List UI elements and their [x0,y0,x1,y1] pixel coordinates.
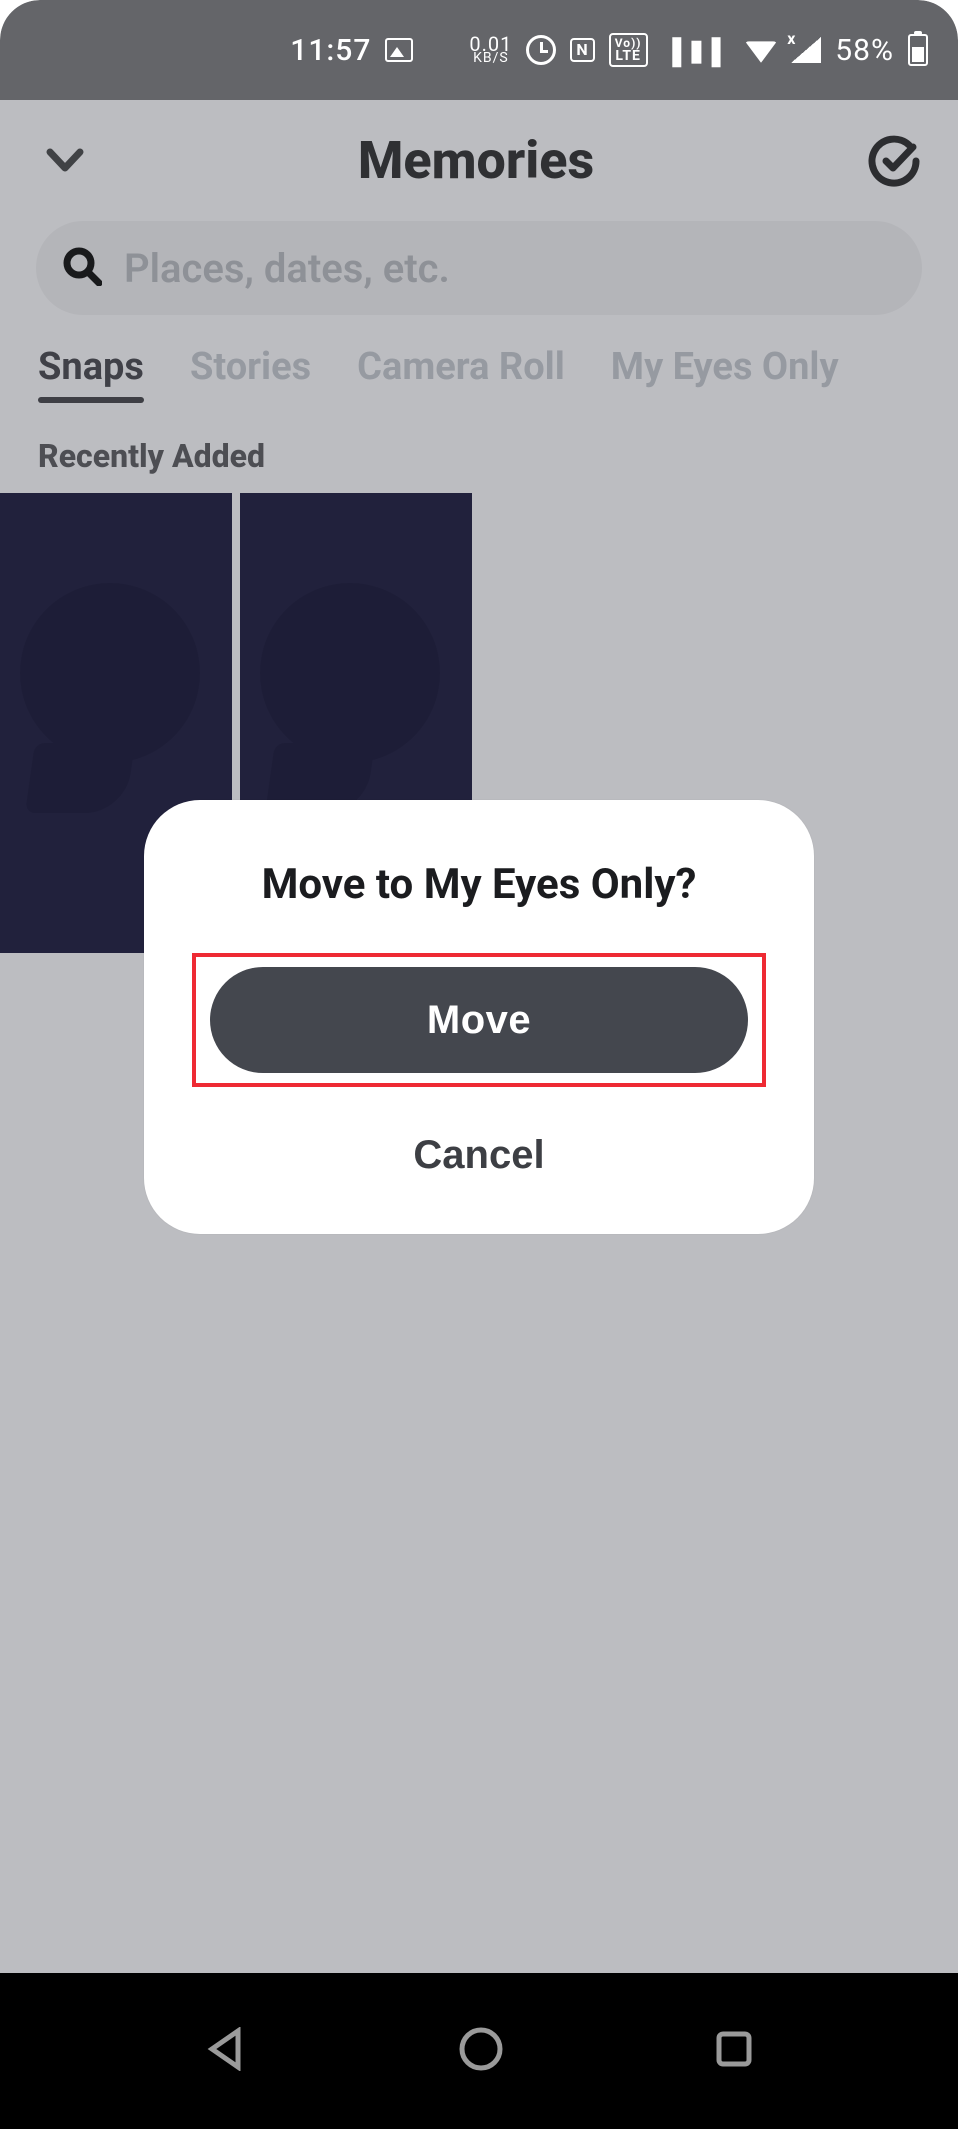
nav-back-icon[interactable] [204,2027,248,2075]
nfc-icon: N [570,38,594,62]
cell-signal-icon: x [791,37,821,63]
image-icon [385,38,413,62]
statusbar-time: 11:57 [290,33,371,68]
data-rate-indicator: 0.01 KB/S [469,36,512,65]
battery-percent: 58% [835,33,894,68]
status-bar: 11:57 0.01 KB/S N Vo)) LTE ❚▮❚ x 58% [0,0,958,100]
system-nav-bar [0,1973,958,2129]
nav-home-icon[interactable] [457,2025,505,2077]
data-rate-unit: KB/S [473,53,509,65]
alarm-icon [526,35,556,65]
annotation-highlight: Move [192,953,766,1087]
volte-icon: Vo)) LTE [609,33,648,67]
move-to-my-eyes-only-dialog: Move to My Eyes Only? Move Cancel [144,800,814,1234]
battery-icon [908,34,928,66]
phone-frame: 11:57 0.01 KB/S N Vo)) LTE ❚▮❚ x 58% Mem… [0,0,958,2129]
dialog-title: Move to My Eyes Only? [184,860,774,909]
wifi-icon [745,41,777,63]
vibrate-icon: ❚▮❚ [665,33,728,68]
nav-recent-icon[interactable] [714,2029,754,2073]
move-button[interactable]: Move [210,967,748,1073]
cancel-button[interactable]: Cancel [184,1087,774,1178]
